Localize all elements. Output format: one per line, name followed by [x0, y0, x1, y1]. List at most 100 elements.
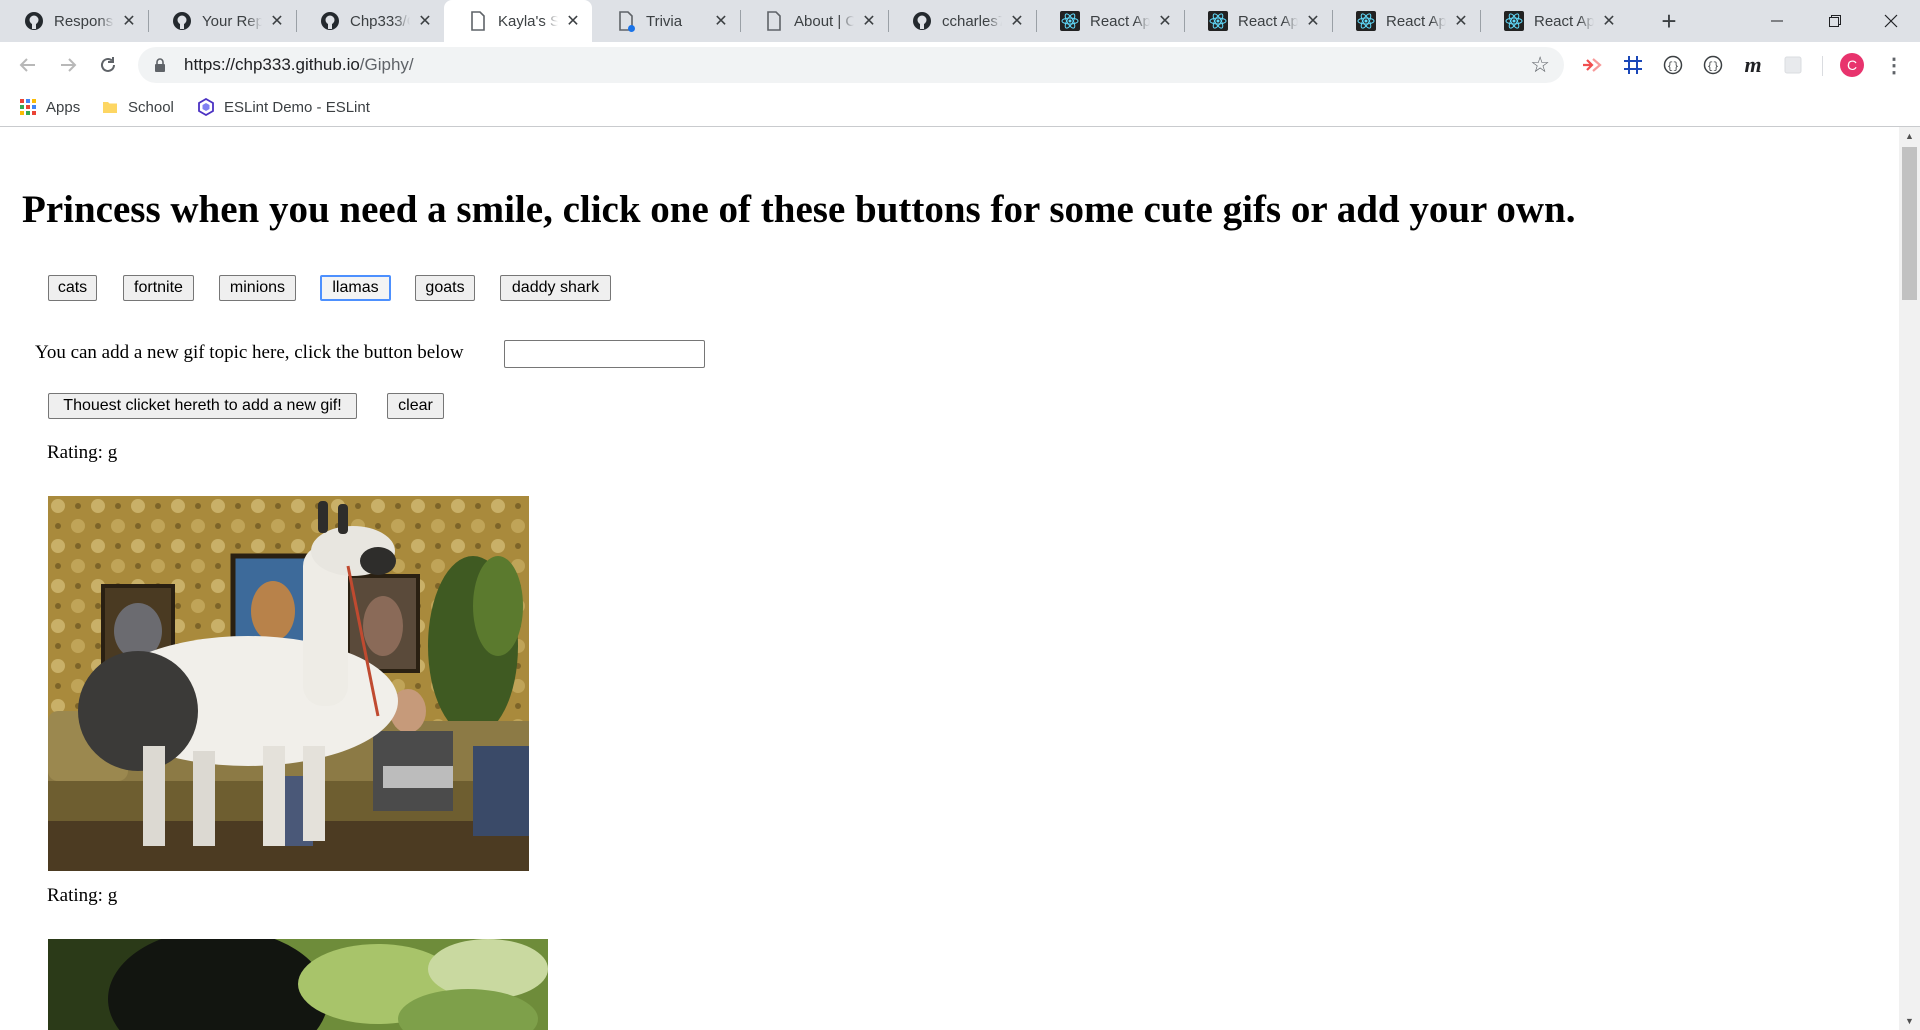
topic-input[interactable] [504, 340, 705, 368]
new-tab-button[interactable]: + [1655, 6, 1683, 36]
restore-button[interactable] [1806, 0, 1864, 42]
extension-blank-icon[interactable] [1779, 51, 1807, 79]
tab-label: Kayla's Smile [498, 12, 558, 30]
avatar: C [1840, 53, 1864, 77]
tab-about[interactable]: About | Ch ✕ [740, 0, 888, 42]
minimize-button[interactable] [1748, 0, 1806, 42]
forward-arrow-icon [61, 58, 77, 72]
url-text: https://chp333.github.io/Giphy/ [184, 55, 414, 75]
restore-icon [1829, 15, 1841, 27]
topic-button-cats[interactable]: cats [48, 275, 97, 301]
bookmark-apps[interactable]: Apps [19, 96, 80, 118]
close-icon[interactable]: ✕ [712, 12, 730, 30]
tab-label: Trivia [646, 12, 683, 30]
tab-chp333-giphy[interactable]: Chp333/Giphy ✕ [296, 0, 444, 42]
extension-code-icon[interactable]: {} [1659, 51, 1687, 79]
tab-react-app-3[interactable]: React App ✕ [1332, 0, 1480, 42]
back-button[interactable] [12, 49, 44, 81]
close-icon[interactable]: ✕ [860, 12, 878, 30]
close-icon[interactable]: ✕ [120, 12, 138, 30]
page-icon [764, 11, 784, 31]
github-icon [320, 11, 340, 31]
tab-strip: Responsive ✕ Your Repositories ✕ Chp333/… [0, 0, 1920, 42]
page-icon [468, 11, 488, 31]
tab-label: React App [1090, 12, 1150, 30]
bookmark-label: ESLint Demo - ESLint [224, 98, 370, 116]
tab-ccharles78[interactable]: ccharles78 ✕ [888, 0, 1036, 42]
tab-trivia[interactable]: Trivia ✕ [592, 0, 740, 42]
clear-button[interactable]: clear [387, 393, 444, 419]
page-scrollbar[interactable]: ▲ ▼ [1899, 127, 1920, 1030]
page-title: Princess when you need a smile, click on… [22, 188, 1576, 231]
reload-icon [101, 57, 115, 72]
tab-react-app-1[interactable]: React App ✕ [1036, 0, 1184, 42]
scroll-down-arrow-icon[interactable]: ▼ [1899, 1012, 1920, 1030]
svg-text:{}: {} [1667, 61, 1679, 73]
svg-text:{}: {} [1707, 61, 1719, 73]
topic-button-fortnite[interactable]: fortnite [123, 275, 194, 301]
bookmarks-bar: Apps School ESLint Demo - ESLint [0, 88, 1920, 127]
tab-responsive[interactable]: Responsive ✕ [0, 0, 148, 42]
react-icon [1356, 11, 1376, 31]
extension-grid-icon[interactable] [1619, 51, 1647, 79]
tab-label: React App [1238, 12, 1298, 30]
react-icon [1208, 11, 1228, 31]
close-icon[interactable]: ✕ [268, 12, 286, 30]
tab-label: About | Ch [794, 12, 854, 30]
extension-red-arrow-icon[interactable] [1578, 51, 1606, 79]
close-icon[interactable]: ✕ [1156, 12, 1174, 30]
goat-gif-image[interactable] [48, 939, 548, 1030]
extension-code-icon-2[interactable]: {} [1699, 51, 1727, 79]
tab-react-app-2[interactable]: React App ✕ [1184, 0, 1332, 42]
scroll-up-arrow-icon[interactable]: ▲ [1899, 127, 1920, 145]
bookmark-star-icon[interactable]: ☆ [1530, 54, 1550, 76]
tab-label: ccharles78 [942, 12, 1002, 30]
apps-grid-icon [19, 98, 37, 116]
forward-button[interactable] [52, 49, 84, 81]
close-icon[interactable]: ✕ [1304, 12, 1322, 30]
page-viewport: Princess when you need a smile, click on… [0, 127, 1899, 1030]
close-icon[interactable]: ✕ [564, 12, 582, 30]
bookmark-eslint[interactable]: ESLint Demo - ESLint [197, 96, 370, 118]
github-icon [912, 11, 932, 31]
tab-label: Chp333/Giphy [350, 12, 410, 30]
extension-m-icon[interactable]: m [1739, 51, 1767, 79]
add-gif-button[interactable]: Thouest clicket hereth to add a new gif! [48, 393, 357, 419]
lock-icon [152, 57, 168, 73]
browser-toolbar: https://chp333.github.io/Giphy/ ☆ {} {} … [0, 42, 1920, 88]
close-icon[interactable]: ✕ [416, 12, 434, 30]
menu-kebab-icon[interactable]: ⋮ [1880, 51, 1908, 79]
scrollbar-thumb[interactable] [1902, 147, 1917, 300]
gif-rating: Rating: g [47, 885, 118, 906]
minimize-icon [1771, 20, 1783, 22]
close-icon[interactable]: ✕ [1008, 12, 1026, 30]
close-window-button[interactable] [1862, 0, 1920, 42]
bookmark-school[interactable]: School [101, 96, 174, 118]
close-icon [1884, 14, 1898, 28]
back-arrow-icon [19, 58, 35, 72]
bookmark-label: Apps [46, 98, 81, 116]
address-bar[interactable]: https://chp333.github.io/Giphy/ ☆ [138, 47, 1564, 83]
topic-button-minions[interactable]: minions [219, 275, 296, 301]
llama-gif-image[interactable] [48, 496, 529, 871]
tab-label: Responsive [54, 12, 114, 30]
tab-label: React App [1534, 12, 1594, 30]
notification-dot-icon [628, 25, 635, 32]
folder-icon [101, 98, 119, 116]
bookmark-label: School [128, 98, 174, 116]
close-icon[interactable]: ✕ [1452, 12, 1470, 30]
close-icon[interactable]: ✕ [1600, 12, 1618, 30]
topic-button-goats[interactable]: goats [415, 275, 475, 301]
page-icon [616, 11, 636, 32]
profile-avatar[interactable]: C [1838, 51, 1866, 79]
tab-kaylas-smile[interactable]: Kayla's Smile ✕ [444, 0, 592, 42]
tab-your-repositories[interactable]: Your Repositories ✕ [148, 0, 296, 42]
topic-button-llamas[interactable]: llamas [320, 275, 391, 301]
github-icon [172, 11, 192, 31]
reload-button[interactable] [92, 49, 124, 81]
topic-button-daddy-shark[interactable]: daddy shark [500, 275, 611, 301]
url-path: /Giphy/ [359, 55, 414, 74]
add-topic-prompt: You can add a new gif topic here, click … [35, 342, 464, 363]
tab-label: React App [1386, 12, 1446, 30]
tab-react-app-4[interactable]: React App ✕ [1480, 0, 1628, 42]
